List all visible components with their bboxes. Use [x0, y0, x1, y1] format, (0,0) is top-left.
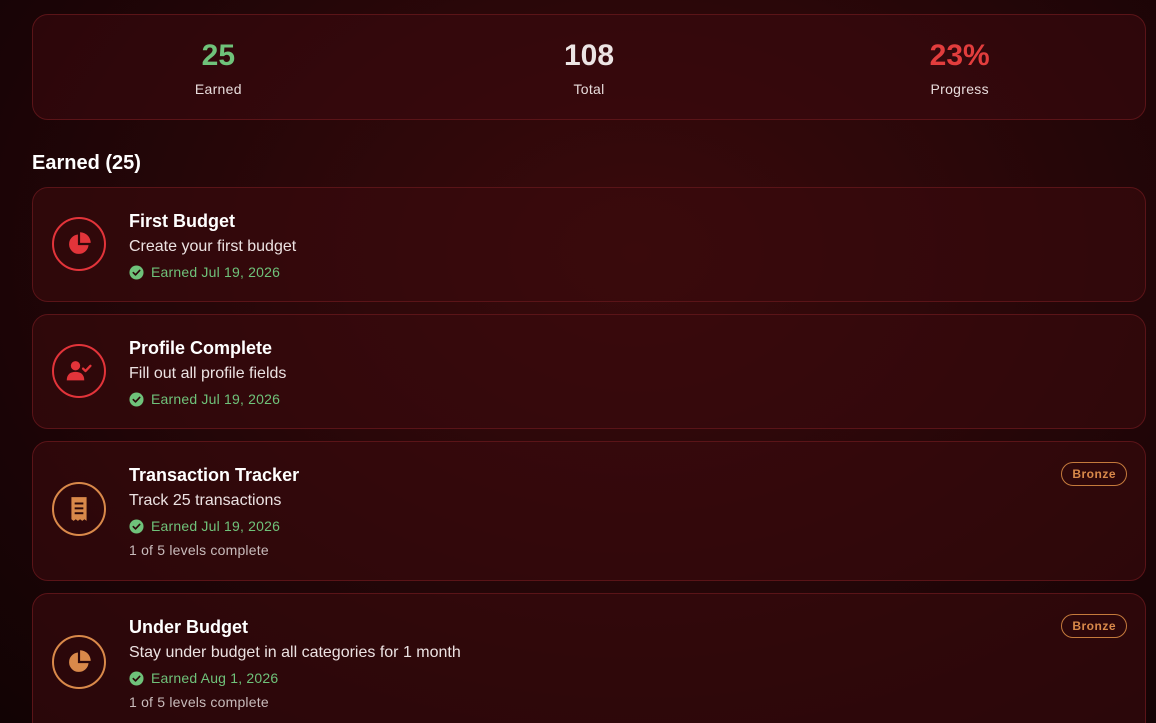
- achievement-description: Fill out all profile fields: [129, 365, 287, 382]
- levels-progress: 1 of 5 levels complete: [129, 694, 269, 710]
- achievement-description: Stay under budget in all categories for …: [129, 644, 461, 661]
- earned-date: Earned Jul 19, 2026: [151, 391, 281, 407]
- stats-summary: 25 Earned 108 Total 23% Progress: [32, 14, 1146, 120]
- check-circle-icon: [129, 670, 144, 686]
- achievement-description: Track 25 transactions: [129, 492, 282, 509]
- user-check-icon: [66, 361, 92, 381]
- earned-date: Earned Jul 19, 2026: [151, 264, 281, 280]
- stat-earned: 25 Earned: [33, 15, 404, 119]
- pie-chart-icon: [69, 232, 91, 254]
- earned-date-row: Earned Jul 19, 2026: [129, 263, 296, 281]
- achievement-badge: [52, 344, 106, 398]
- achievement-description: Create your first budget: [129, 238, 297, 255]
- stat-total-value: 108: [563, 39, 615, 72]
- check-circle-icon: [129, 518, 144, 534]
- pie-chart-icon: [69, 650, 91, 672]
- achievement-card[interactable]: Under Budget Stay under budget in all ca…: [32, 593, 1146, 723]
- earned-date-row: Earned Jul 19, 2026: [129, 517, 299, 535]
- section-title-earned: Earned (25): [32, 152, 141, 174]
- stat-earned-value: 25: [201, 39, 236, 72]
- stat-progress: 23% Progress: [774, 15, 1145, 119]
- achievement-body: First Budget Create your first budget Ea…: [129, 210, 296, 281]
- achievement-badge: [52, 217, 106, 271]
- stat-progress-label: Progress: [930, 81, 989, 97]
- tier-badge-bronze: Bronze: [1061, 462, 1127, 486]
- achievement-card[interactable]: First Budget Create your first budget Ea…: [32, 187, 1146, 302]
- stat-earned-label: Earned: [194, 81, 242, 97]
- achievement-badge: [52, 482, 106, 536]
- achievement-title: Profile Complete: [129, 338, 273, 358]
- achievement-body: Transaction Tracker Track 25 transaction…: [129, 464, 299, 558]
- receipt-icon: [71, 497, 87, 521]
- stat-total-label: Total: [573, 81, 605, 97]
- check-circle-icon: [129, 264, 144, 280]
- achievement-title: Under Budget: [129, 617, 248, 637]
- achievement-body: Under Budget Stay under budget in all ca…: [129, 616, 461, 710]
- achievement-body: Profile Complete Fill out all profile fi…: [129, 337, 286, 408]
- achievement-title: Transaction Tracker: [129, 465, 300, 485]
- earned-date-row: Earned Jul 19, 2026: [129, 390, 286, 408]
- stat-total: 108 Total: [404, 15, 775, 119]
- achievement-badge: [52, 635, 106, 689]
- achievement-card[interactable]: Transaction Tracker Track 25 transaction…: [32, 441, 1146, 581]
- achievement-title: First Budget: [129, 211, 235, 231]
- achievements-page: 25 Earned 108 Total 23% Progress Earned …: [0, 0, 1156, 723]
- earned-date: Earned Jul 19, 2026: [151, 518, 281, 534]
- tier-badge-bronze: Bronze: [1061, 614, 1127, 638]
- earned-date: Earned Aug 1, 2026: [151, 670, 279, 686]
- stat-progress-value: 23%: [929, 39, 990, 72]
- achievement-card[interactable]: Profile Complete Fill out all profile fi…: [32, 314, 1146, 429]
- levels-progress: 1 of 5 levels complete: [129, 542, 269, 558]
- earned-date-row: Earned Aug 1, 2026: [129, 669, 461, 687]
- check-circle-icon: [129, 391, 144, 407]
